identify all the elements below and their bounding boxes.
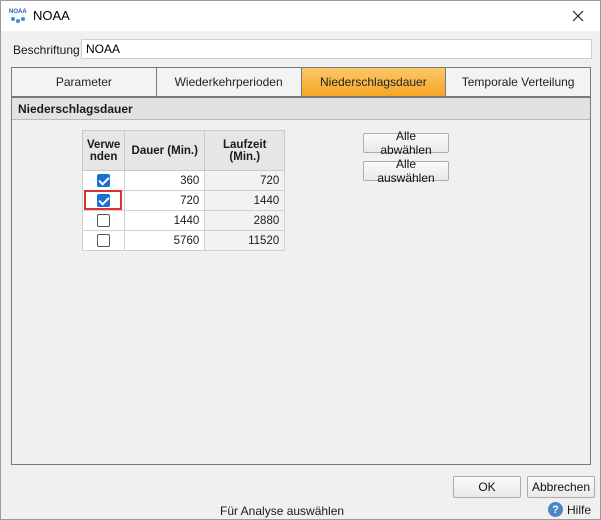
ok-button[interactable]: OK <box>453 476 521 498</box>
runtime-cell: 1440 <box>204 190 286 211</box>
use-checkbox[interactable] <box>97 234 111 247</box>
tab-panel: Niederschlagsdauer Verwe nden Dauer (Min.… <box>11 97 591 465</box>
tab-niederschlagsdauer[interactable]: Niederschlagsdauer <box>300 67 446 97</box>
table-row: 720 1440 <box>81 190 286 211</box>
use-cell[interactable] <box>81 190 126 211</box>
caption-label: Beschriftung <box>13 43 80 57</box>
noaa-logo-icon: NOAA <box>9 9 27 23</box>
duration-cell[interactable]: 360 <box>124 170 206 191</box>
use-checkbox[interactable] <box>97 214 111 227</box>
close-button[interactable] <box>558 1 598 31</box>
cancel-button[interactable]: Abbrechen <box>527 476 595 498</box>
use-checkbox[interactable] <box>97 174 111 187</box>
runtime-cell: 2880 <box>204 210 286 231</box>
svg-text:NOAA: NOAA <box>9 9 27 15</box>
dialog-window: NOAA NOAA Beschriftung Parameter Wiederk… <box>0 0 601 520</box>
close-icon <box>572 10 584 22</box>
table-row: 360 720 <box>81 170 286 191</box>
tab-parameter[interactable]: Parameter <box>11 67 156 97</box>
title-bar: NOAA NOAA <box>1 1 600 31</box>
duration-cell[interactable]: 720 <box>124 190 206 211</box>
caption-row: Beschriftung <box>13 39 593 59</box>
status-text: Für Analyse auswählen <box>220 504 345 518</box>
use-cell[interactable] <box>81 170 126 191</box>
column-header-use[interactable]: Verwe nden <box>81 130 126 171</box>
deselect-all-button[interactable]: Alle abwählen <box>363 129 449 157</box>
duration-cell[interactable]: 5760 <box>124 230 206 251</box>
runtime-cell: 720 <box>204 170 286 191</box>
section-title: Niederschlagsdauer <box>12 98 590 120</box>
help-label: Hilfe <box>567 502 592 517</box>
use-checkbox[interactable] <box>97 194 111 207</box>
help-icon: ? <box>548 502 563 517</box>
help-link[interactable]: ? Hilfe <box>548 502 591 517</box>
column-header-duration[interactable]: Dauer (Min.) <box>124 130 206 171</box>
use-cell[interactable] <box>81 230 126 251</box>
table-row: 1440 2880 <box>81 210 286 231</box>
column-header-runtime[interactable]: Laufzeit (Min.) <box>204 130 286 171</box>
tab-temporale-verteilung[interactable]: Temporale Verteilung <box>445 67 591 97</box>
tab-bar: Parameter Wiederkehrperioden Niederschla… <box>11 67 591 97</box>
use-cell[interactable] <box>81 210 126 231</box>
table-row: 5760 11520 <box>81 230 286 251</box>
window-title: NOAA <box>33 8 70 23</box>
duration-cell[interactable]: 1440 <box>124 210 206 231</box>
runtime-cell: 11520 <box>204 230 286 251</box>
caption-input[interactable] <box>81 39 592 59</box>
tab-wiederkehrperioden[interactable]: Wiederkehrperioden <box>155 67 301 97</box>
select-all-button[interactable]: Alle auswählen <box>363 157 449 185</box>
duration-table: Verwe nden Dauer (Min.) Laufzeit (Min.) 3… <box>81 130 286 251</box>
